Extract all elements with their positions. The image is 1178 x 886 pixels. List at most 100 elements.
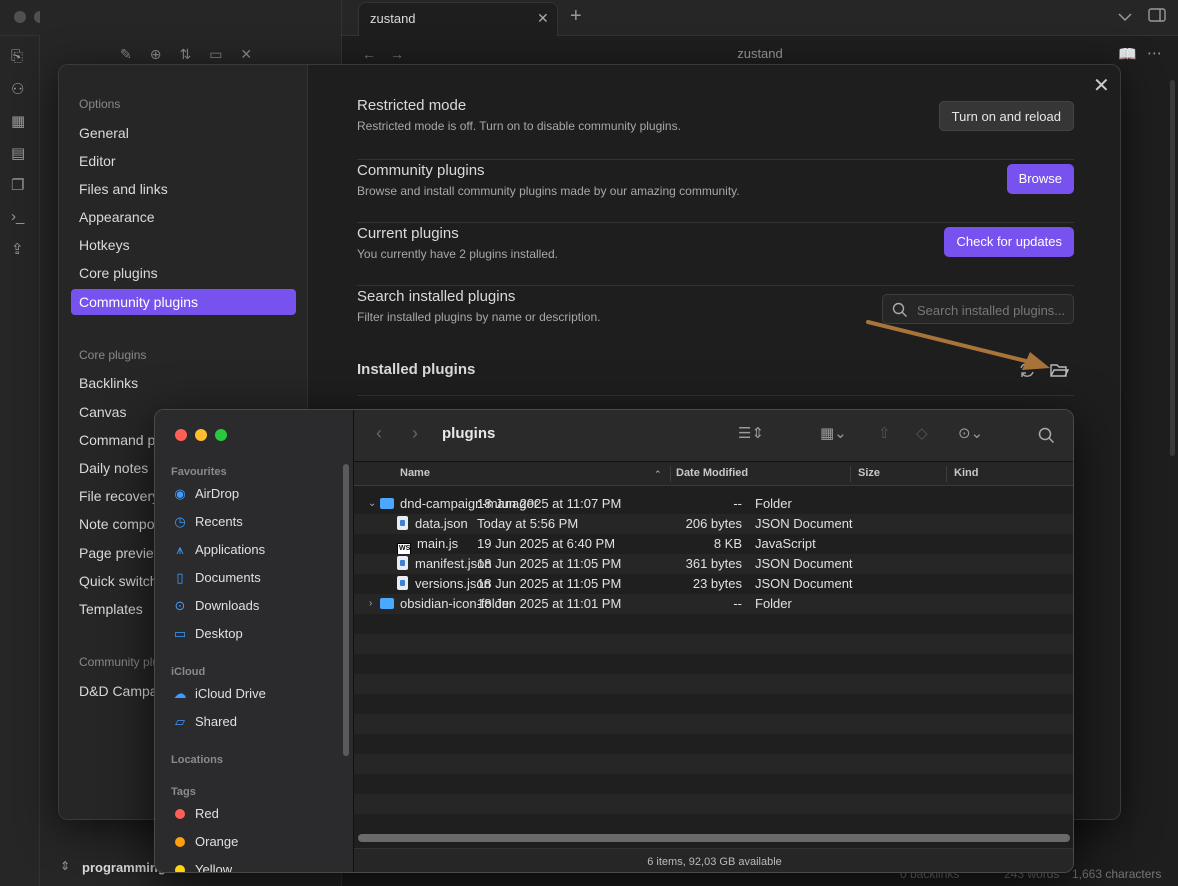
canvas-icon[interactable]: ▦ xyxy=(11,112,25,130)
file-kind: JSON Document xyxy=(755,516,853,531)
editor-scrollbar[interactable] xyxy=(1170,80,1175,456)
list-view-icon[interactable]: ☰⇕ xyxy=(738,424,764,442)
finder-tag-orange[interactable]: Orange xyxy=(171,831,238,853)
file-row-obsidian-icon-folder[interactable]: › obsidian-icon-folder 18 Jun 2025 at 11… xyxy=(354,594,1073,614)
file-row-dnd-campaign-manager[interactable]: ⌄ dnd-campaign-manager 18 Jun 2025 at 11… xyxy=(354,494,1073,514)
setting-name: Restricted mode xyxy=(357,97,467,114)
nav-item-general[interactable]: General xyxy=(71,120,296,146)
tab-list-chevron-down-icon[interactable] xyxy=(1118,8,1132,28)
file-row-manifest-json[interactable]: manifest.json 18 Jun 2025 at 11:05 PM 36… xyxy=(354,554,1073,574)
divider xyxy=(357,395,1074,396)
finder-title: plugins xyxy=(442,425,496,442)
file-date: 19 Jun 2025 at 6:40 PM xyxy=(477,536,616,551)
finder-tag-red[interactable]: Red xyxy=(171,803,219,825)
column-date-modified[interactable]: Date Modified xyxy=(676,467,748,479)
file-date: 18 Jun 2025 at 11:01 PM xyxy=(477,596,622,611)
file-explorer-toolbar: ✎⊕⇅▭✕ xyxy=(120,46,271,62)
tab-zustand[interactable]: zustand ✕ xyxy=(358,2,558,36)
file-row-main-js[interactable]: WS main.js 19 Jun 2025 at 6:40 PM 8 KB Ja… xyxy=(354,534,1073,557)
nav-item-backlinks[interactable]: Backlinks xyxy=(71,370,296,396)
column-separator[interactable] xyxy=(670,466,671,482)
nav-item-core-plugins[interactable]: Core plugins xyxy=(71,260,296,286)
graph-view-icon[interactable]: ⚇ xyxy=(11,80,24,98)
toggle-right-sidebar-icon[interactable] xyxy=(1148,8,1166,28)
disclosure-chevron-right-icon[interactable]: › xyxy=(369,594,372,614)
sort-ascending-chevron-icon[interactable]: ⌃ xyxy=(654,469,662,480)
finder-item-label: AirDrop xyxy=(195,486,240,501)
nav-item-appearance[interactable]: Appearance xyxy=(71,204,296,230)
finder-minimize-button[interactable] xyxy=(195,429,207,441)
column-kind[interactable]: Kind xyxy=(954,467,978,479)
finder-item-label: iCloud Drive xyxy=(195,686,266,701)
finder-item-label: Orange xyxy=(195,834,239,849)
empty-row xyxy=(354,734,1073,754)
close-settings-icon[interactable]: ✕ xyxy=(1093,73,1110,98)
templates-icon[interactable]: ❐ xyxy=(11,176,24,194)
file-size: 23 bytes xyxy=(692,576,742,591)
finder-item-label: Shared xyxy=(195,714,237,729)
more-actions-icon[interactable]: ⊙⌄ xyxy=(958,424,983,442)
finder-item-downloads[interactable]: ⊙ Downloads xyxy=(171,595,260,617)
empty-row xyxy=(354,714,1073,734)
empty-row xyxy=(354,674,1073,694)
nav-item-files-and-links[interactable]: Files and links xyxy=(71,176,296,202)
reading-view-book-icon[interactable]: 📖 xyxy=(1118,45,1137,63)
back-chevron-icon[interactable]: ‹ xyxy=(376,423,382,444)
file-size: -- xyxy=(733,596,742,611)
finder-column-header: Name ⌃ Date Modified Size Kind xyxy=(354,462,1073,486)
tag-dot-icon xyxy=(175,865,185,872)
ribbon: ⎘ ⚇ ▦ ▤ ❐ ›_ ⇪ xyxy=(0,36,40,886)
disclosure-chevron-down-icon[interactable]: ⌄ xyxy=(368,494,376,514)
finder-item-shared[interactable]: ▱ Shared xyxy=(171,711,237,733)
empty-row xyxy=(354,694,1073,714)
finder-item-documents[interactable]: ▯ Documents xyxy=(171,567,260,589)
search-icon[interactable] xyxy=(1038,427,1055,444)
more-options-icon[interactable]: ⋯ xyxy=(1147,44,1162,62)
publish-upload-icon[interactable]: ⇪ xyxy=(11,240,24,258)
finder-window: Favourites ◉ AirDrop ◷ Recents ⩚ Applicatio… xyxy=(154,409,1074,873)
finder-item-desktop[interactable]: ▭ Desktop xyxy=(171,623,243,645)
open-quick-switcher-icon[interactable]: ⎘ xyxy=(11,48,23,65)
column-separator[interactable] xyxy=(946,466,947,482)
finder-zoom-button[interactable] xyxy=(215,429,227,441)
note-title[interactable]: zustand xyxy=(342,46,1178,61)
forward-chevron-icon[interactable]: › xyxy=(412,423,418,444)
turn-on-and-reload-button[interactable]: Turn on and reload xyxy=(938,101,1074,131)
file-date: 18 Jun 2025 at 11:05 PM xyxy=(477,556,622,571)
file-size: -- xyxy=(733,496,742,511)
vault-switch-icon: ⇕ xyxy=(60,859,71,873)
new-tab-icon[interactable]: + xyxy=(570,6,582,26)
finder-close-button[interactable] xyxy=(175,429,187,441)
shared-folder-icon: ▱ xyxy=(175,714,185,729)
finder-item-airdrop[interactable]: ◉ AirDrop xyxy=(171,483,239,505)
finder-horizontal-scrollbar[interactable] xyxy=(358,834,1070,842)
browse-button[interactable]: Browse xyxy=(1006,164,1074,194)
finder-item-label: Downloads xyxy=(195,598,260,613)
annotation-arrow xyxy=(866,320,1050,370)
daily-note-calendar-icon[interactable]: ▤ xyxy=(11,144,25,162)
finder-sidebar-scrollbar[interactable] xyxy=(343,464,349,756)
empty-row xyxy=(354,794,1073,814)
share-icon[interactable]: ⇧ xyxy=(878,424,891,442)
close-tab-icon[interactable]: ✕ xyxy=(537,10,549,27)
column-name[interactable]: Name xyxy=(400,467,430,479)
check-for-updates-button[interactable]: Check for updates xyxy=(944,227,1074,257)
setting-description: Browse and install community plugins mad… xyxy=(357,184,740,198)
nav-item-editor[interactable]: Editor xyxy=(71,148,296,174)
column-size[interactable]: Size xyxy=(858,467,880,479)
file-name: main.js xyxy=(417,536,459,551)
finder-item-recents[interactable]: ◷ Recents xyxy=(171,511,242,533)
finder-item-applications[interactable]: ⩚ Applications xyxy=(171,539,265,561)
nav-item-hotkeys[interactable]: Hotkeys xyxy=(71,232,296,258)
file-row-data-json[interactable]: data.json Today at 5:56 PM 206 bytes JSO… xyxy=(354,514,1073,534)
group-by-icon[interactable]: ▦⌄ xyxy=(820,424,847,442)
tag-icon[interactable]: ◇ xyxy=(916,424,928,442)
close-window-button[interactable] xyxy=(14,11,26,23)
finder-tag-yellow[interactable]: Yellow xyxy=(171,859,232,872)
file-row-versions-json[interactable]: versions.json 18 Jun 2025 at 11:05 PM 23… xyxy=(354,574,1073,594)
column-separator[interactable] xyxy=(850,466,851,482)
finder-item-icloud-drive[interactable]: ☁ iCloud Drive xyxy=(171,683,266,705)
command-palette-icon[interactable]: ›_ xyxy=(11,208,24,225)
nav-item-community-plugins[interactable]: Community plugins xyxy=(71,289,296,315)
finder-item-label: Applications xyxy=(195,542,266,557)
